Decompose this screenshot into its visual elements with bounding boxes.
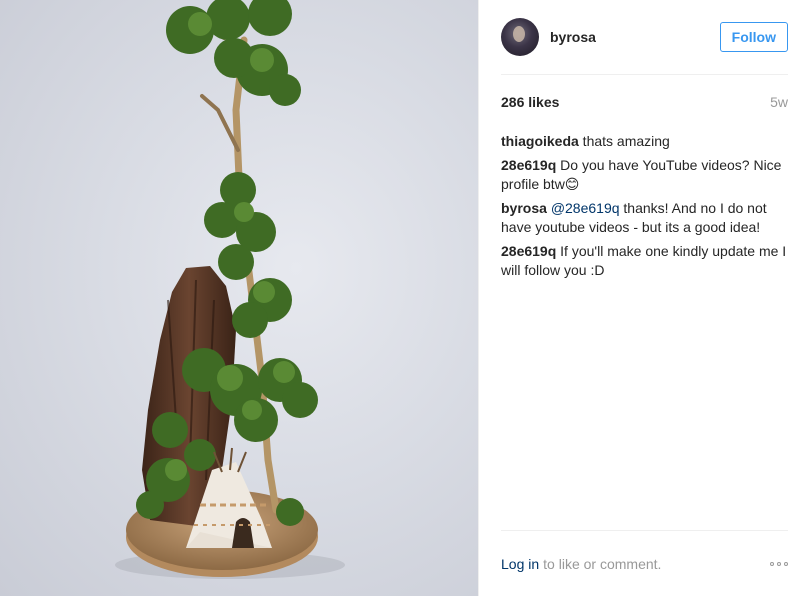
more-dot (777, 562, 781, 566)
username[interactable]: byrosa (550, 29, 596, 45)
comment-item: thiagoikeda thats amazing (501, 132, 790, 151)
more-dot (784, 562, 788, 566)
more-options-icon[interactable] (770, 562, 788, 566)
login-link[interactable]: Log in (501, 556, 539, 572)
comment-username[interactable]: 28e619q (501, 243, 556, 259)
comment-mention[interactable]: @28e619q (551, 200, 620, 216)
comment-username[interactable]: 28e619q (501, 157, 556, 173)
comment-text: thats amazing (578, 133, 670, 149)
post-age[interactable]: 5w (770, 94, 788, 110)
comment-item: 28e619q If you'll make one kindly update… (501, 242, 790, 280)
post-meta: 286 likes 5w (501, 94, 788, 110)
post-footer: Log in to like or comment. (501, 530, 788, 597)
comment-username[interactable]: thiagoikeda (501, 133, 579, 149)
comment-item: 28e619q Do you have YouTube videos? Nice… (501, 156, 790, 194)
likes-count[interactable]: 286 likes (501, 94, 559, 110)
comment-username[interactable]: byrosa (501, 200, 547, 216)
post-header: byrosa Follow (501, 0, 788, 75)
avatar[interactable] (501, 18, 539, 56)
post-photo[interactable] (0, 0, 478, 596)
post-container: byrosa Follow 286 likes 5w thiagoikeda t… (0, 0, 808, 596)
post-side-panel: byrosa Follow 286 likes 5w thiagoikeda t… (478, 0, 808, 596)
more-dot (770, 562, 774, 566)
comments-list: thiagoikeda thats amazing 28e619q Do you… (501, 132, 790, 285)
follow-button[interactable]: Follow (719, 22, 788, 52)
login-prompt-text: to like or comment. (543, 556, 662, 572)
comment-item: byrosa @28e619q thanks! And no I do not … (501, 199, 790, 237)
miniature-tree-diorama-image (115, 0, 345, 579)
